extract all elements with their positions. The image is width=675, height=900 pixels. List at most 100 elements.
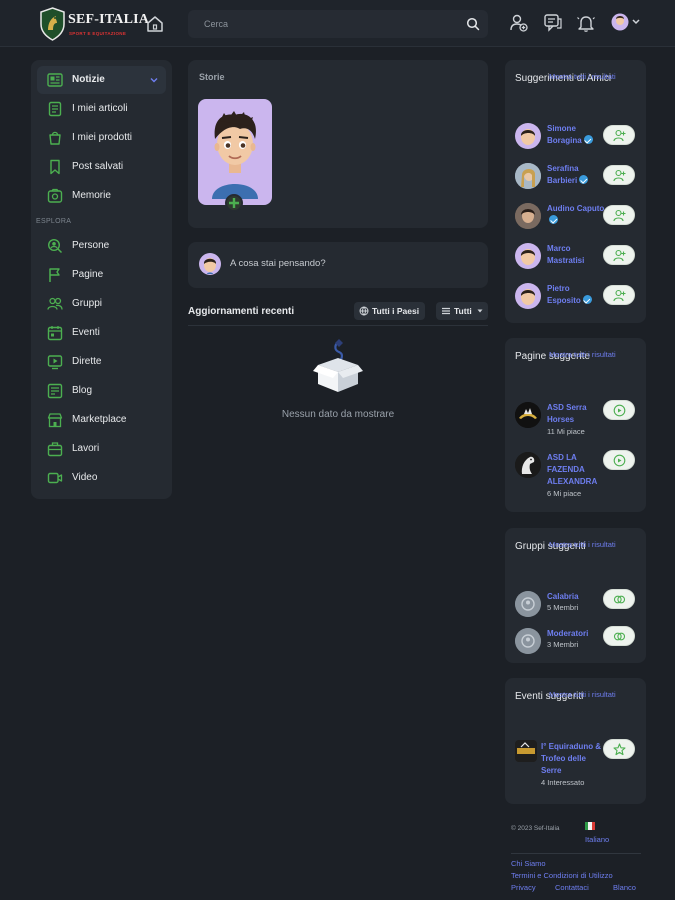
document-icon <box>48 101 62 117</box>
sidebar-item-label: Notizie <box>72 74 105 85</box>
empty-state-text: Nessun dato da mostrare <box>281 409 395 420</box>
sidebar-item-marketplace[interactable]: Marketplace <box>37 406 166 434</box>
group-suggestion: Moderatori 3 Membri <box>515 625 642 659</box>
page-suggestion: ASD LA FAZENDA ALEXANDRA 6 Mi piace <box>515 449 642 501</box>
like-icon <box>613 454 626 467</box>
person-name[interactable]: Serafina Barbieri <box>547 163 605 187</box>
footer-link-privacy[interactable]: Privacy <box>511 883 536 892</box>
sidebar-item-dirette[interactable]: Dirette <box>37 348 166 376</box>
list-icon <box>442 307 450 315</box>
memoji-avatar-icon <box>520 249 536 265</box>
join-group-button[interactable] <box>603 626 635 646</box>
person-add-icon <box>613 169 626 182</box>
italy-flag-icon <box>585 822 595 830</box>
person-name[interactable]: Simone Boragina <box>547 123 605 147</box>
country-filter-button[interactable]: Tutti i Paesi <box>354 302 426 320</box>
page-name[interactable]: ASD LA FAZENDA ALEXANDRA <box>547 452 605 488</box>
sidebar-item-prodotti[interactable]: I miei prodotti <box>37 124 166 152</box>
sidebar-item-memorie[interactable]: Memorie <box>37 182 166 210</box>
post-composer[interactable]: A cosa stai pensando? <box>188 242 488 288</box>
memories-icon <box>47 188 63 203</box>
show-all-link[interactable]: Mostra tutti i risultati <box>549 72 616 81</box>
sidebar-item-label: Post salvati <box>72 161 124 172</box>
like-page-button[interactable] <box>603 400 635 420</box>
sidebar-item-label: Lavori <box>72 443 100 454</box>
page-avatar[interactable] <box>515 402 541 428</box>
event-thumbnail[interactable] <box>515 740 537 762</box>
avatar[interactable] <box>515 243 541 269</box>
star-icon <box>613 743 626 756</box>
person-add-icon <box>613 209 626 222</box>
create-story-card[interactable] <box>198 99 272 205</box>
avatar[interactable] <box>515 123 541 149</box>
footer-link-terms[interactable]: Termini e Condizioni di Utilizzo <box>511 871 613 880</box>
stories-title: Storie <box>199 72 225 82</box>
add-friend-button[interactable] <box>603 205 635 225</box>
person-add-icon[interactable] <box>509 13 529 33</box>
divider <box>188 325 488 326</box>
add-friend-button[interactable] <box>603 165 635 185</box>
show-all-link[interactable]: Mostra tutti i risultati <box>549 690 616 699</box>
sidebar-item-eventi[interactable]: Eventi <box>37 319 166 347</box>
add-story-button[interactable] <box>225 194 243 212</box>
type-filter-button[interactable]: Tutti <box>436 302 488 320</box>
person-name[interactable]: Pietro Esposito <box>547 283 605 307</box>
sidebar-item-gruppi[interactable]: Gruppi <box>37 290 166 318</box>
sidebar-item-label: I miei prodotti <box>72 132 133 143</box>
footer-link-blanco[interactable]: Blanco <box>613 883 636 892</box>
add-friend-button[interactable] <box>603 125 635 145</box>
country-filter-label: Tutti i Paesi <box>372 306 420 316</box>
page-likes: 11 Mi piace <box>547 427 585 436</box>
sidebar-item-persone[interactable]: Persone <box>37 232 166 260</box>
search-input[interactable] <box>188 10 488 38</box>
sidebar-item-notizie[interactable]: Notizie <box>37 66 166 94</box>
sidebar-item-post-salvati[interactable]: Post salvati <box>37 153 166 181</box>
user-avatar-menu[interactable] <box>610 12 642 32</box>
copyright-text: © 2023 Sef-Italia <box>511 825 560 832</box>
group-name[interactable]: Moderatori <box>547 628 605 640</box>
home-icon[interactable] <box>145 14 165 34</box>
sidebar-item-pagine[interactable]: Pagine <box>37 261 166 289</box>
avatar[interactable] <box>515 283 541 309</box>
search-bar <box>188 10 488 38</box>
event-name[interactable]: I° Equiraduno & Trofeo delle Serre <box>541 741 605 777</box>
divider <box>511 853 641 854</box>
add-friend-button[interactable] <box>603 245 635 265</box>
person-name[interactable]: Audino Caputo <box>547 203 605 227</box>
page-name[interactable]: ASD Serra Horses <box>547 402 605 426</box>
memoji-avatar-icon <box>520 289 536 305</box>
avatar-icon <box>611 13 640 31</box>
footer-link-contact[interactable]: Contattaci <box>555 883 589 892</box>
page-avatar[interactable] <box>515 452 541 478</box>
box-icon <box>49 131 61 145</box>
chat-icon[interactable] <box>543 13 563 33</box>
show-all-link[interactable]: Mostra tutti i risultati <box>549 540 616 549</box>
like-page-button[interactable] <box>603 450 635 470</box>
chevron-down-icon[interactable] <box>150 76 158 84</box>
sidebar-item-blog[interactable]: Blog <box>37 377 166 405</box>
join-group-button[interactable] <box>603 589 635 609</box>
sidebar-item-articoli[interactable]: I miei articoli <box>37 95 166 123</box>
logo-subtitle: SPORT E EQUITAZIONE <box>69 31 127 36</box>
bell-icon[interactable] <box>576 13 596 33</box>
join-icon <box>613 595 626 604</box>
memoji-avatar-icon <box>212 111 258 199</box>
language-selector[interactable]: Italiano <box>585 835 609 844</box>
group-icon <box>515 591 541 617</box>
site-logo[interactable]: SEF-ITALIA SPORT E EQUITAZIONE <box>39 7 149 41</box>
sidebar-item-lavori[interactable]: Lavori <box>37 435 166 463</box>
interested-button[interactable] <box>603 739 635 759</box>
show-all-link[interactable]: Mostra tutti i risultati <box>549 350 616 359</box>
avatar[interactable] <box>515 203 541 229</box>
logo-title: SEF-ITALIA <box>68 12 150 27</box>
group-avatar[interactable] <box>515 591 541 617</box>
search-icon[interactable] <box>466 17 480 31</box>
group-avatar[interactable] <box>515 628 541 654</box>
sidebar-item-video[interactable]: Video <box>37 464 166 492</box>
avatar <box>199 253 221 275</box>
group-name[interactable]: Calabria <box>547 591 605 603</box>
footer-link-about[interactable]: Chi Siamo <box>511 859 546 868</box>
add-friend-button[interactable] <box>603 285 635 305</box>
avatar[interactable] <box>515 163 541 189</box>
person-name[interactable]: Marco Mastratisi <box>547 243 605 267</box>
